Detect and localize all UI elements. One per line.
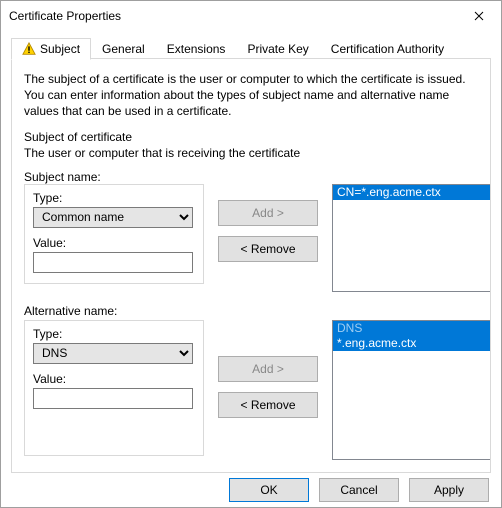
alt-type-label: Type: [33,327,195,341]
alt-button-col: Add > < Remove [218,320,318,418]
tabpage-subject: The subject of a certificate is the user… [11,59,491,473]
subject-name-heading: Subject name: [24,170,478,184]
alt-name-heading: Alternative name: [24,304,478,318]
apply-button[interactable]: Apply [409,478,489,502]
subject-add-button[interactable]: Add > [218,200,318,226]
alt-name-listbox[interactable]: DNS *.eng.acme.ctx [332,320,491,460]
alt-value-label: Value: [33,372,195,386]
list-item[interactable]: *.eng.acme.ctx [333,336,491,351]
titlebar: Certificate Properties [1,1,501,31]
list-item[interactable]: CN=*.eng.acme.ctx [333,185,491,200]
alt-value-input[interactable] [33,388,193,409]
section-sub: The user or computer that is receiving t… [24,146,478,160]
alt-add-button[interactable]: Add > [218,356,318,382]
tab-private-key-label: Private Key [247,42,308,56]
description-text: The subject of a certificate is the user… [24,71,478,120]
tab-cert-authority[interactable]: Certification Authority [320,37,455,59]
subject-button-col: Add > < Remove [218,184,318,262]
cancel-button[interactable]: Cancel [319,478,399,502]
alt-name-row: Type: DNS Value: Add > < Remove DNS *.en… [24,320,478,460]
ok-button[interactable]: OK [229,478,309,502]
subject-remove-button[interactable]: < Remove [218,236,318,262]
tab-extensions-label: Extensions [167,42,226,56]
subject-type-select[interactable]: Common name [33,207,193,228]
tab-private-key[interactable]: Private Key [236,37,319,59]
subject-name-group: Type: Common name Value: [24,184,204,284]
subject-type-label: Type: [33,191,195,205]
tab-cert-authority-label: Certification Authority [331,42,444,56]
dialog-footer: OK Cancel Apply [1,473,501,507]
subject-name-row: Type: Common name Value: Add > < Remove … [24,184,478,292]
alt-type-select[interactable]: DNS [33,343,193,364]
tab-general[interactable]: General [91,37,156,59]
alt-name-group: Type: DNS Value: [24,320,204,456]
section-title: Subject of certificate [24,130,478,144]
client-area: Subject General Extensions Private Key C… [1,31,501,473]
warning-icon [22,42,36,56]
subject-value-input[interactable] [33,252,193,273]
tabstrip: Subject General Extensions Private Key C… [11,37,491,59]
tab-subject[interactable]: Subject [11,38,91,60]
tab-subject-label: Subject [40,42,80,56]
close-icon [474,11,484,21]
list-item-head[interactable]: DNS [333,321,491,336]
alt-remove-button[interactable]: < Remove [218,392,318,418]
close-button[interactable] [456,1,501,31]
window-title: Certificate Properties [9,9,121,23]
dialog-window: Certificate Properties Subject General E… [0,0,502,508]
tab-extensions[interactable]: Extensions [156,37,237,59]
subject-name-listbox[interactable]: CN=*.eng.acme.ctx [332,184,491,292]
tab-general-label: General [102,42,145,56]
subject-value-label: Value: [33,236,195,250]
